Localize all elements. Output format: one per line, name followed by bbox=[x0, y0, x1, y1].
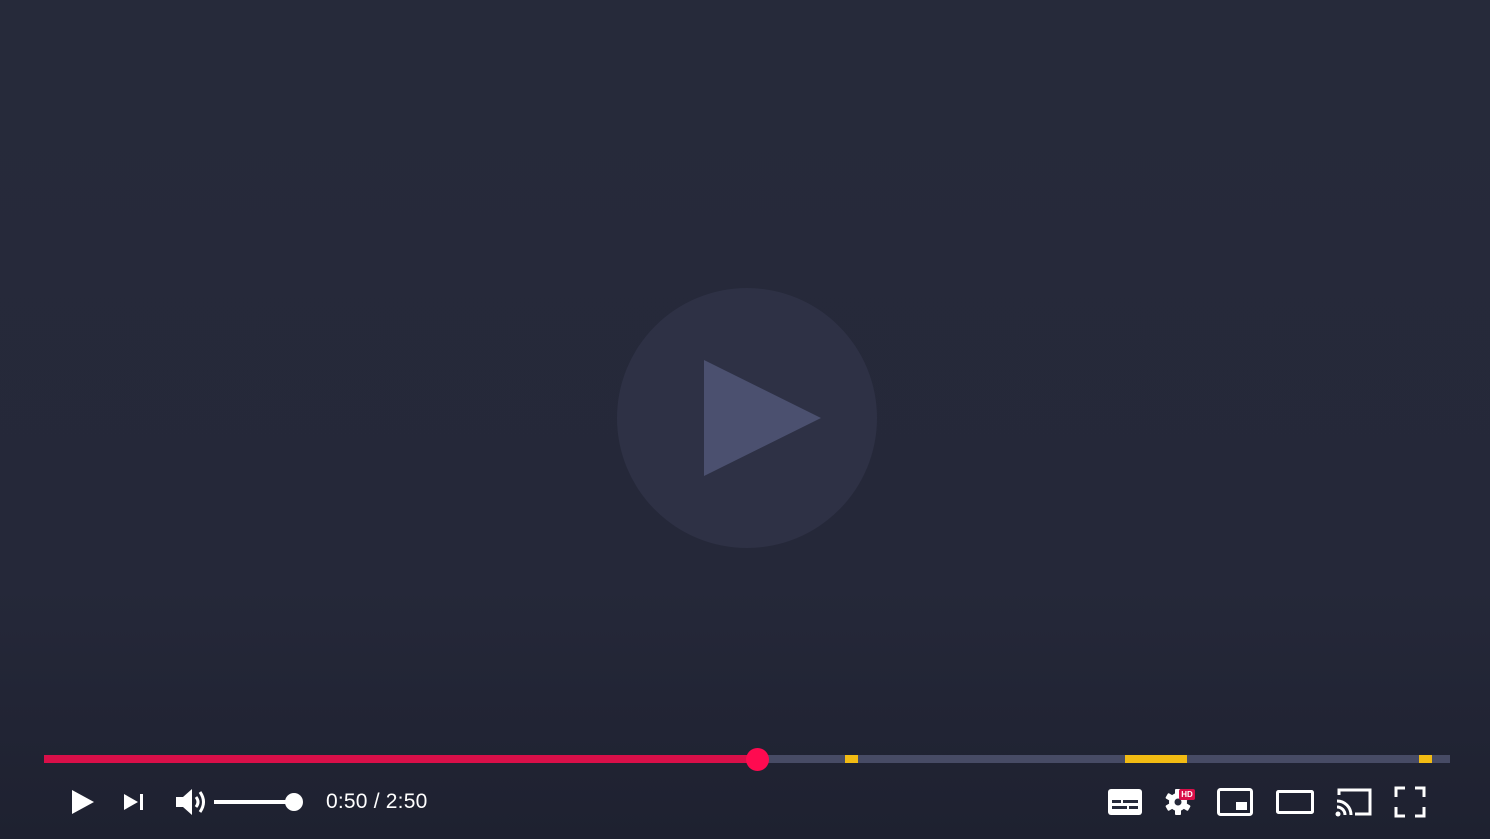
volume-high-icon bbox=[176, 789, 205, 815]
current-time: 0:50 bbox=[326, 790, 368, 813]
volume-knob[interactable] bbox=[285, 793, 303, 811]
skip-next-icon bbox=[124, 794, 143, 810]
next-button[interactable] bbox=[118, 780, 150, 824]
play-icon bbox=[72, 790, 94, 814]
big-play-button[interactable] bbox=[617, 288, 877, 548]
progress-bar[interactable] bbox=[44, 748, 1450, 771]
chapter-marker[interactable] bbox=[845, 755, 859, 763]
cast-icon bbox=[1335, 788, 1372, 817]
time-separator: / bbox=[367, 790, 386, 813]
hd-badge: HD bbox=[1179, 789, 1195, 800]
mute-button[interactable] bbox=[172, 780, 212, 824]
volume-fill bbox=[214, 800, 294, 804]
fullscreen-icon bbox=[1394, 786, 1426, 818]
control-bar: 0:50 / 2:50 bbox=[0, 780, 1490, 824]
chapter-marker[interactable] bbox=[1125, 755, 1188, 763]
miniplayer-button[interactable] bbox=[1216, 780, 1254, 824]
volume-slider[interactable] bbox=[214, 793, 303, 811]
settings-button[interactable] bbox=[1161, 780, 1195, 824]
miniplayer-icon bbox=[1217, 788, 1253, 816]
chapter-marker[interactable] bbox=[1419, 755, 1432, 763]
video-player[interactable]: 0:50 / 2:50 HD bbox=[0, 0, 1490, 839]
progress-played bbox=[44, 755, 757, 763]
subtitles-icon bbox=[1108, 789, 1142, 815]
time-display: 0:50 / 2:50 bbox=[326, 780, 427, 824]
cast-button[interactable] bbox=[1334, 780, 1374, 824]
subtitles-button[interactable] bbox=[1106, 780, 1144, 824]
play-icon bbox=[704, 360, 821, 476]
play-button[interactable] bbox=[64, 780, 100, 824]
scrubber-handle[interactable] bbox=[745, 748, 769, 771]
fullscreen-button[interactable] bbox=[1392, 780, 1428, 824]
theater-mode-icon bbox=[1276, 790, 1314, 814]
duration: 2:50 bbox=[385, 790, 428, 813]
theater-mode-button[interactable] bbox=[1274, 780, 1316, 824]
